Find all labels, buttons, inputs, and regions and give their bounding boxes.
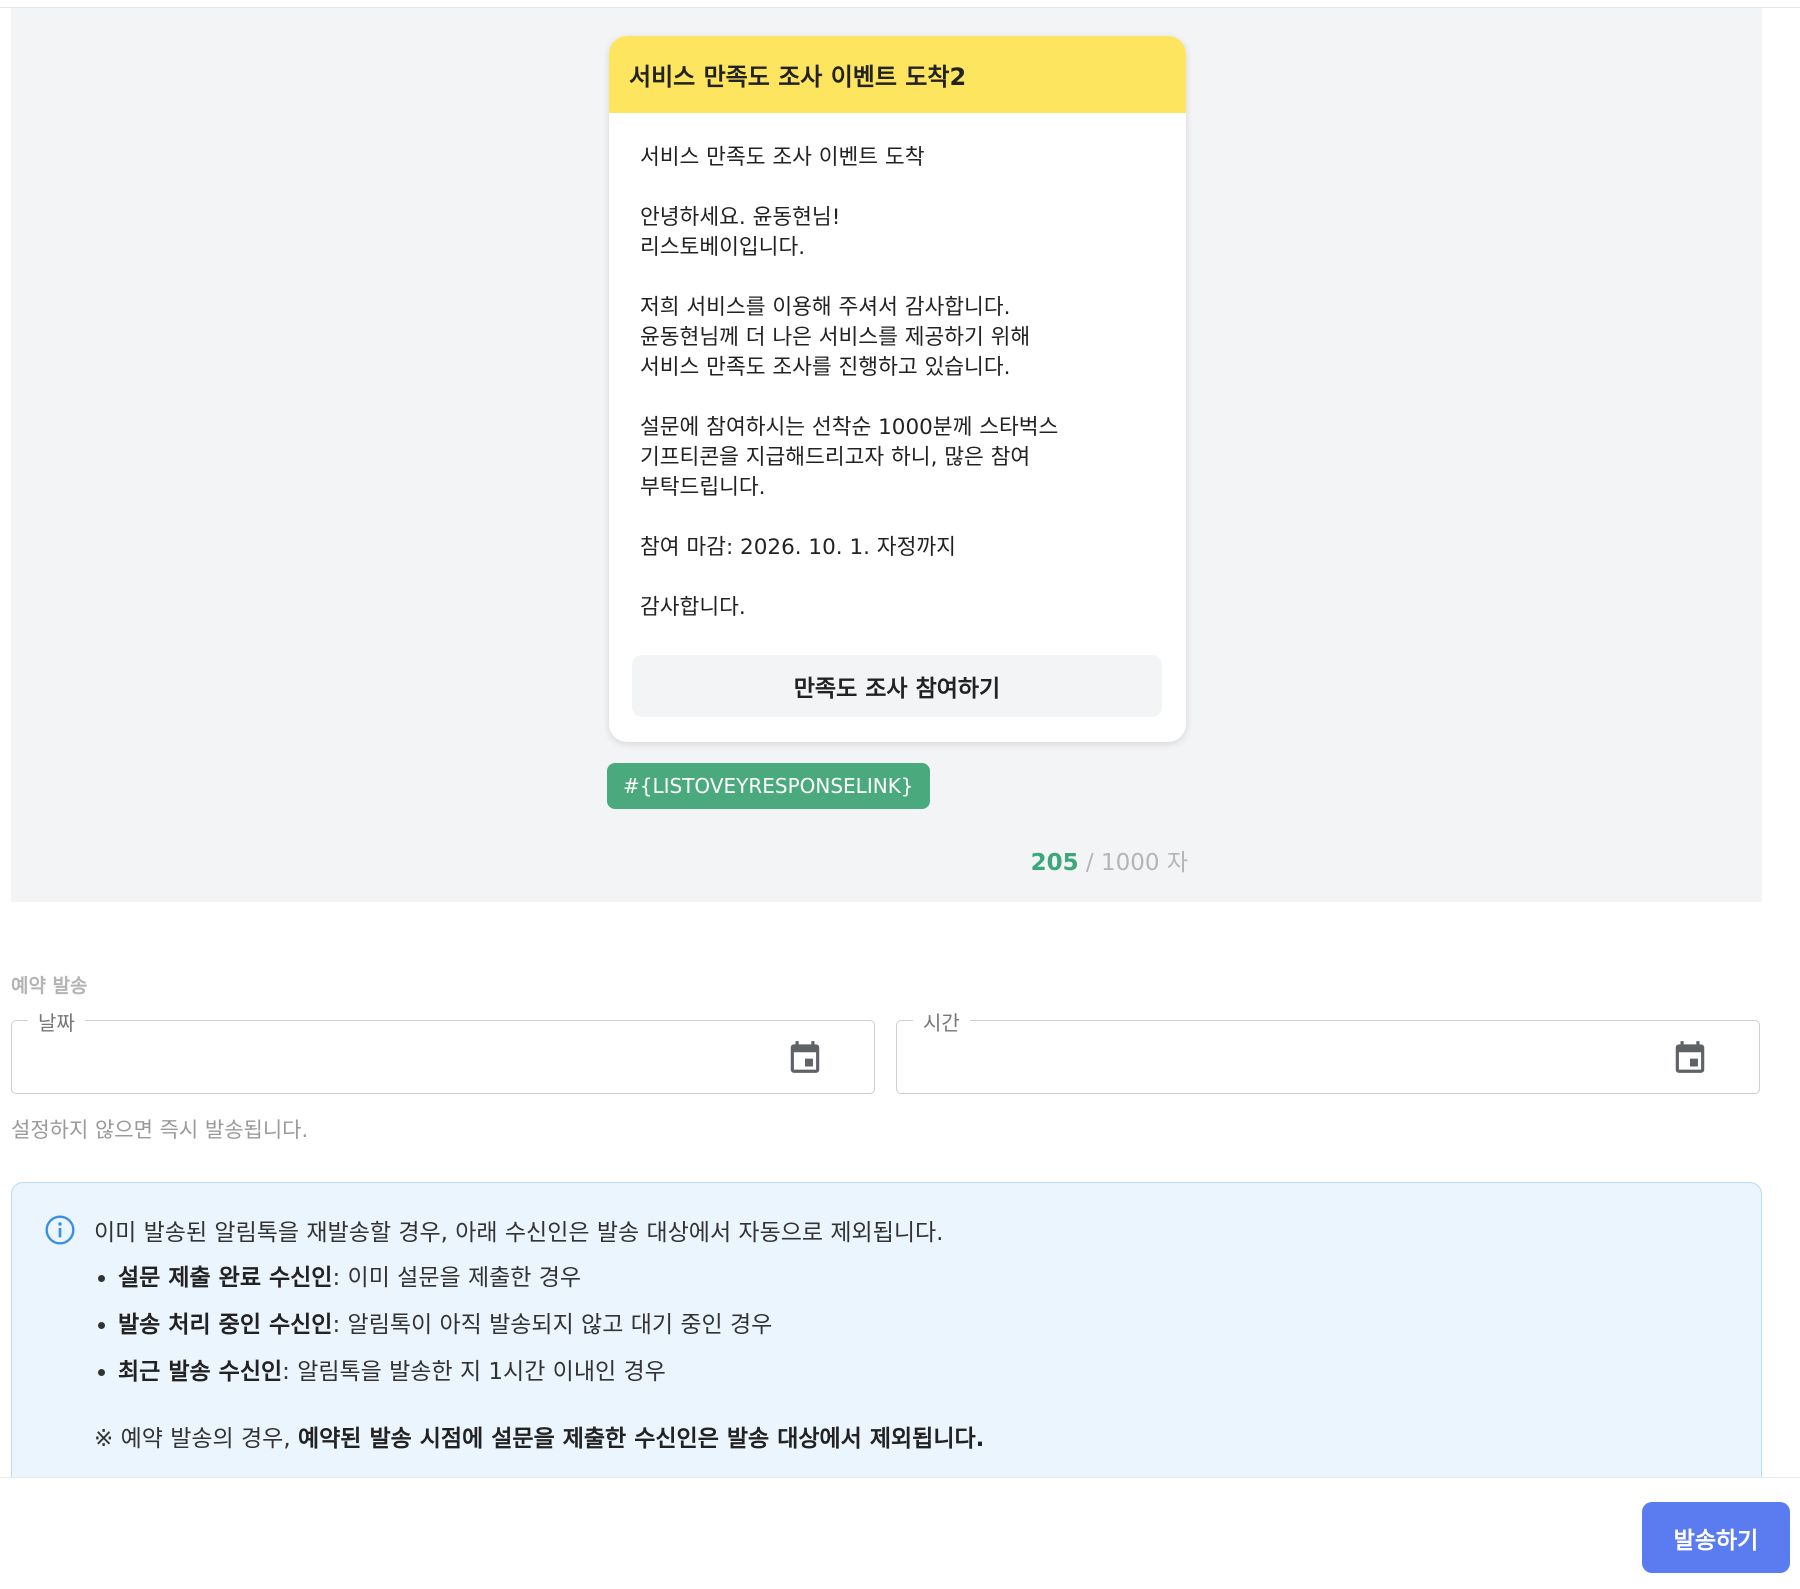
notice-main-text: 이미 발송된 알림톡을 재발송할 경우, 아래 수신인은 발송 대상에서 자동으…	[94, 1220, 944, 1246]
calendar-icon[interactable]	[1671, 1037, 1709, 1077]
char-count: 205 / 1000 자	[1011, 843, 1188, 877]
calendar-icon[interactable]	[786, 1037, 824, 1077]
schedule-helper-text: 설정하지 않으면 즉시 발송됩니다.	[11, 1118, 309, 1142]
notice-item-title: 발송 처리 중인 수신인	[118, 1312, 333, 1338]
preview-card-body: 서비스 만족도 조사 이벤트 도착 안녕하세요. 윤동현님! 리스토베이입니다.…	[640, 145, 1059, 620]
notice-note-prefix: ※ 예약 발송의 경우,	[94, 1426, 298, 1452]
notice-item-text: : 알림톡을 발송한 지 1시간 이내인 경우	[282, 1359, 666, 1385]
notice-item-title: 설문 제출 완료 수신인	[118, 1265, 333, 1291]
char-count-used: 205	[1030, 850, 1079, 876]
list-item: 최근 발송 수신인: 알림톡을 발송한 지 1시간 이내인 경우	[118, 1357, 772, 1404]
response-link-variable: #{LISTOVEYRESPONSELINK}	[607, 763, 930, 809]
alimtalk-preview-card: 서비스 만족도 조사 이벤트 도착2 서비스 만족도 조사 이벤트 도착 안녕하…	[609, 36, 1186, 742]
notice-item-text: : 이미 설문을 제출한 경우	[332, 1265, 582, 1291]
send-button[interactable]: 발송하기	[1642, 1502, 1790, 1573]
list-item: 설문 제출 완료 수신인: 이미 설문을 제출한 경우	[118, 1263, 772, 1310]
date-field[interactable]: 날짜	[11, 1007, 875, 1094]
time-field[interactable]: 시간	[896, 1007, 1760, 1094]
resend-notice-box: 이미 발송된 알림톡을 재발송할 경우, 아래 수신인은 발송 대상에서 자동으…	[11, 1182, 1762, 1482]
message-preview-area: 서비스 만족도 조사 이벤트 도착2 서비스 만족도 조사 이벤트 도착 안녕하…	[11, 8, 1762, 902]
time-field-label: 시간	[913, 1007, 970, 1036]
date-field-label: 날짜	[28, 1007, 85, 1036]
info-icon	[45, 1215, 75, 1245]
top-divider	[0, 0, 1800, 8]
preview-card-title: 서비스 만족도 조사 이벤트 도착2	[609, 36, 1186, 113]
char-count-total: / 1000 자	[1078, 850, 1188, 876]
schedule-section-label: 예약 발송	[11, 975, 88, 997]
notice-footnote: ※ 예약 발송의 경우, 예약된 발송 시점에 설문을 제출한 수신인은 발송 …	[94, 1419, 984, 1453]
list-item: 발송 처리 중인 수신인: 알림톡이 아직 발송되지 않고 대기 중인 경우	[118, 1310, 772, 1357]
notice-list: 설문 제출 완료 수신인: 이미 설문을 제출한 경우 발송 처리 중인 수신인…	[92, 1263, 772, 1404]
footer-bar	[0, 1477, 1800, 1589]
survey-participate-button[interactable]: 만족도 조사 참여하기	[632, 655, 1162, 717]
notice-item-text: : 알림톡이 아직 발송되지 않고 대기 중인 경우	[332, 1312, 773, 1338]
notice-note-bold: 예약된 발송 시점에 설문을 제출한 수신인은 발송 대상에서 제외됩니다.	[297, 1426, 985, 1452]
notice-item-title: 최근 발송 수신인	[118, 1359, 283, 1385]
